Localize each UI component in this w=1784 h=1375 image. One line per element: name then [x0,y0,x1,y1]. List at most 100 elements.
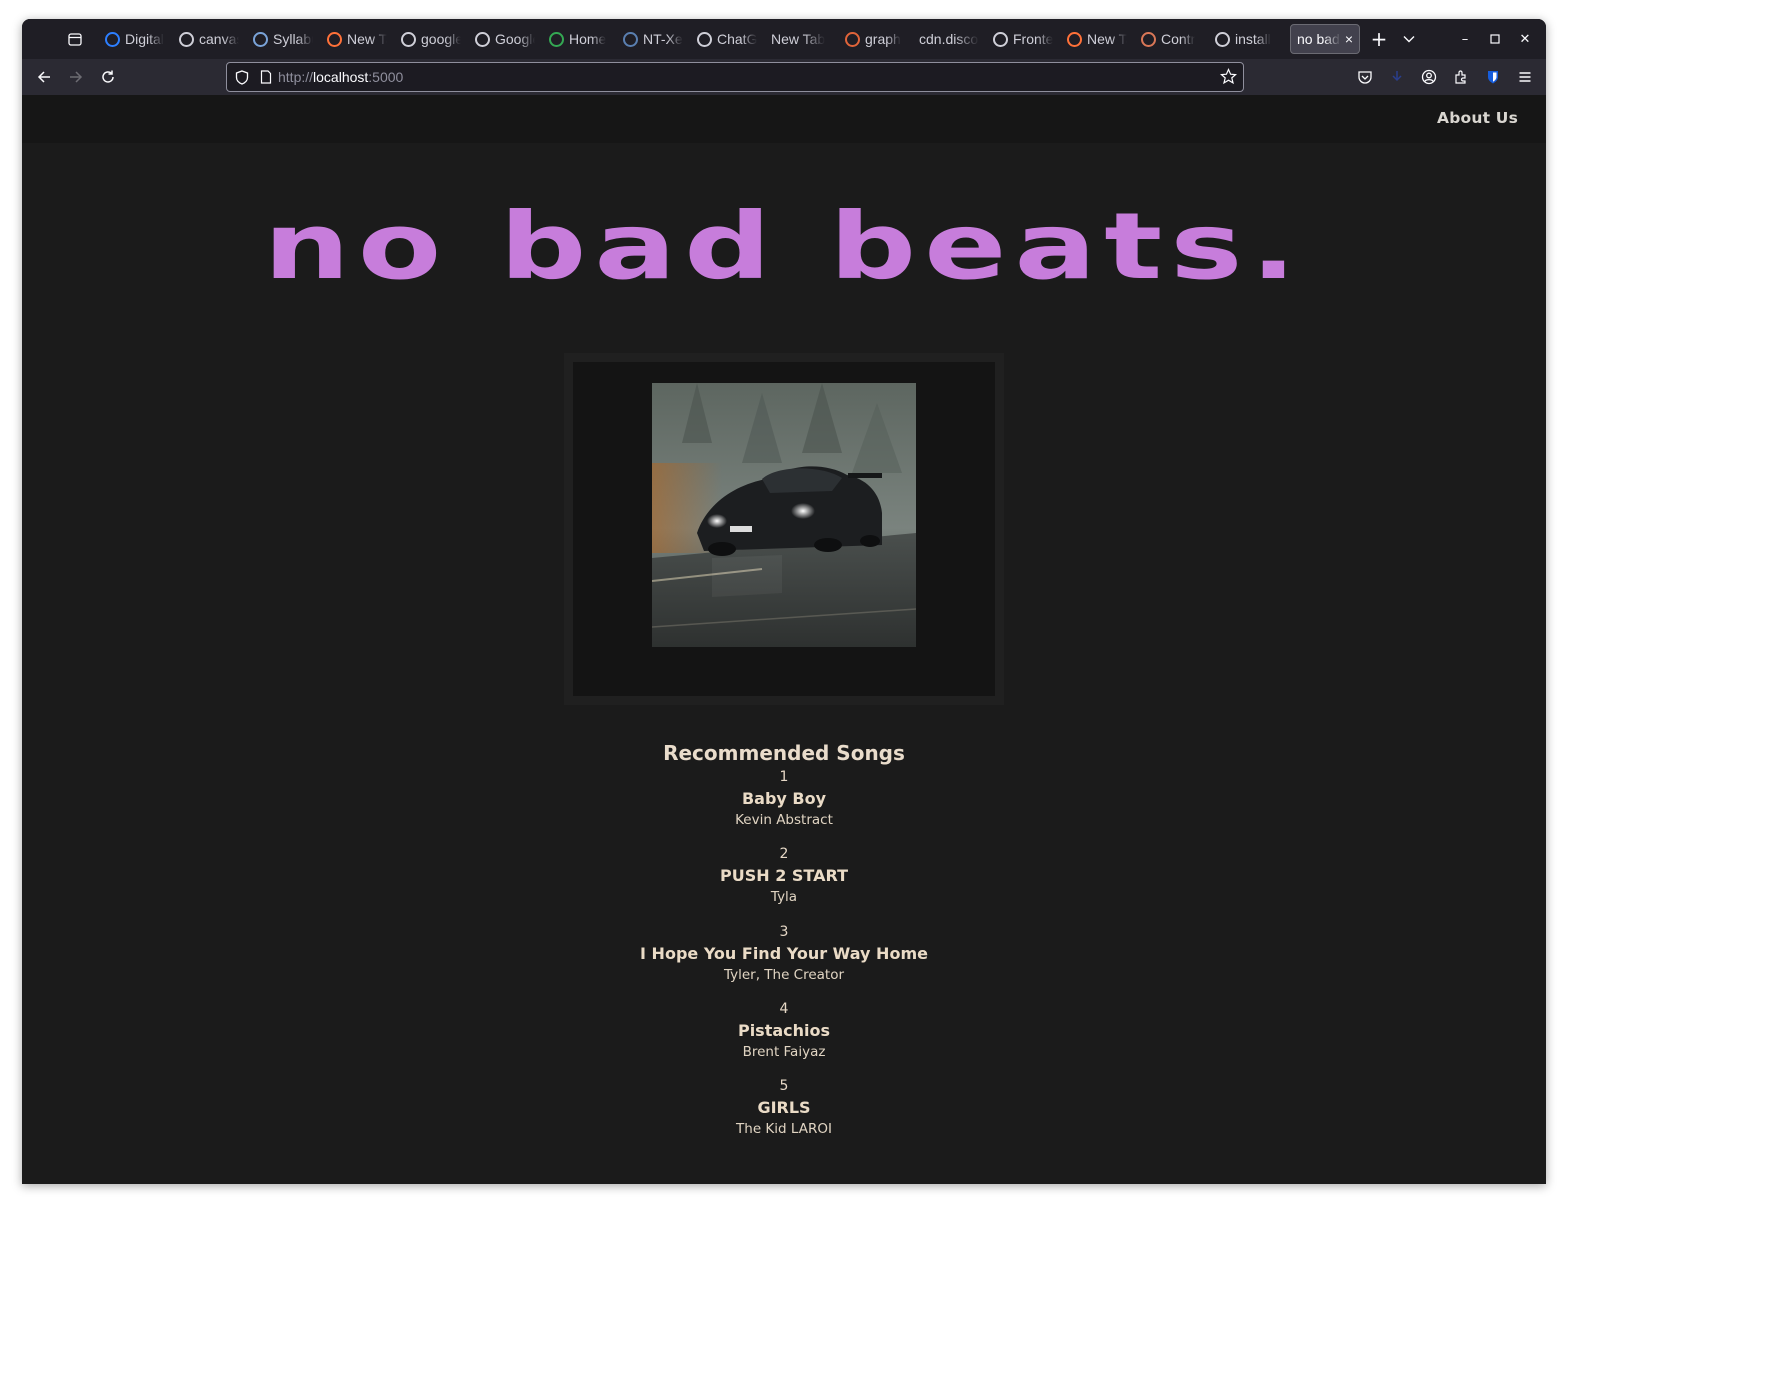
song-rank: 5 [779,1078,789,1095]
song-item: 4 Pistachios Brent Faiyaz [22,1000,1546,1077]
hero-title: no bad beats. [263,193,1305,300]
url-scheme: http:// [278,69,314,85]
google-icon [401,31,416,47]
google-icon [179,31,194,47]
tab-item[interactable]: google [394,24,468,54]
tds-icon [623,31,638,47]
tab-label: Frontend [1013,31,1053,47]
song-artist: Tyler, The Creator [723,966,845,983]
tab-label: Syllabus [273,31,313,47]
song-title: Pistachios [737,1020,831,1040]
url-bar[interactable]: http://localhost:5000 [226,62,1244,92]
close-window-icon[interactable]: ✕ [1510,24,1540,54]
tab-item[interactable]: Contr [1134,24,1208,54]
tab-label: cdn.discord [919,31,979,47]
window-controls: – ✕ [1450,24,1540,54]
forward-icon[interactable] [61,62,91,92]
song-artist: Brent Faiyaz [742,1043,826,1060]
menu-icon[interactable] [1510,62,1540,92]
pocket-icon[interactable] [1350,62,1380,92]
site-header: About Us [22,95,1546,143]
gear-badge-icon [253,31,268,47]
page-icon[interactable] [260,70,272,84]
song-item: 1 Baby Boy Kevin Abstract [22,768,1546,845]
tab-label: NT-Xent [643,31,683,47]
tab-item[interactable]: New Tab [764,24,838,54]
tab-active-label: no bad [1297,31,1340,47]
toolbar-right [1350,62,1540,92]
tab-label: Home [569,31,607,47]
tab-item[interactable]: graph [838,24,912,54]
tab-label: New Tab [347,31,387,47]
digital-ocean-icon [105,31,120,47]
tab-label: New Tab [1087,31,1127,47]
url-host: localhost [313,69,369,85]
tab-item[interactable]: cdn.discord [912,24,986,54]
song-artist: Tyla [770,889,798,906]
tab-item[interactable]: New Tab [320,24,394,54]
song-list: 1 Baby Boy Kevin Abstract 2 PUSH 2 START Tyla… [22,768,1546,1154]
song-item: 2 PUSH 2 START Tyla [22,845,1546,922]
song-rank: 4 [779,1000,789,1017]
tab-label: graph [865,31,901,47]
reload-icon[interactable] [93,62,123,92]
firefox-icon [327,31,342,47]
tab-label: Contr [1161,31,1196,47]
tab-label: google [421,31,461,47]
tab-item[interactable]: Digital [98,24,172,54]
tab-item[interactable]: ChatGPT [690,24,764,54]
recommended-heading: Recommended Songs [663,741,905,765]
minimize-icon[interactable]: – [1450,24,1480,54]
tab-item[interactable]: install [1208,24,1282,54]
song-artist: Kevin Abstract [735,812,833,828]
new-tab-button[interactable]: + [1364,24,1394,54]
account-icon[interactable] [1414,62,1444,92]
tab-label: ChatGPT [717,31,757,47]
nav-bar: http://localhost:5000 [22,59,1546,95]
claude-icon [1141,31,1156,47]
song-rank: 1 [779,769,789,785]
shield-icon[interactable] [235,69,249,85]
song-title: I Hope You Find Your Way Home [640,943,928,963]
car-artwork-image [652,383,916,647]
browser-window: Digital canvas Syllabus New Tab google Google… [22,19,1546,1184]
ask-icon [845,31,860,47]
tab-overflow-icon[interactable] [1394,24,1424,54]
song-item: 3 I Hope You Find Your Way Home Tyler, The… [22,923,1546,1000]
tab-strip: Digital canvas Syllabus New Tab google Google… [22,19,1546,59]
page-content: About Us no bad beats. Recommended Songs… [22,95,1546,1184]
drive-icon [549,31,564,47]
song-title: PUSH 2 START [720,866,848,886]
extensions-icon[interactable] [1446,62,1476,92]
song-title: Baby Boy [741,789,827,808]
song-rank: 2 [779,846,789,863]
bitwarden-icon[interactable] [1478,62,1508,92]
bookmark-star-icon[interactable] [1219,68,1238,89]
tab-label: install [1235,31,1271,47]
maximize-icon[interactable] [1480,24,1510,54]
tab-item[interactable]: NT-Xent [616,24,690,54]
tab-list-icon[interactable] [60,24,90,54]
tab-label: Google [495,31,535,47]
tab-item[interactable]: Home [542,24,616,54]
back-icon[interactable] [29,62,59,92]
close-tab-icon[interactable]: × [1345,31,1353,47]
tab-item[interactable]: New Tab [1060,24,1134,54]
song-artist: The Kid LAROI [736,1121,832,1138]
tab-item[interactable]: Frontend [986,24,1060,54]
tab-item[interactable]: Syllabus [246,24,320,54]
google-icon [475,31,490,47]
tab-label: Digital [125,31,164,47]
song-rank: 3 [779,923,789,940]
firefox-icon [1067,31,1082,47]
about-us-link[interactable]: About Us [1437,109,1518,127]
tab-active[interactable]: no bad × [1290,24,1360,54]
song-title: GIRLS [757,1098,811,1118]
song-item: 5 GIRLS The Kid LAROI [22,1077,1546,1154]
tab-item[interactable]: Google [468,24,542,54]
chatgpt-icon [697,31,712,47]
download-icon[interactable] [1382,62,1412,92]
tab-item[interactable]: canvas [172,24,246,54]
url-text[interactable]: http://localhost:5000 [278,69,403,85]
chatgpt-icon [993,31,1008,47]
